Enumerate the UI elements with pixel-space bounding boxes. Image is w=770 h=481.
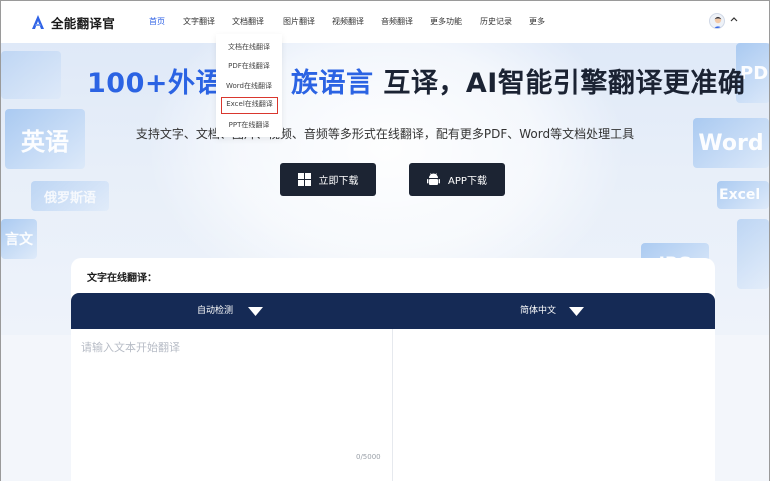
translation-panes: 0/5000 bbox=[71, 329, 715, 481]
hero-subheadline: 支持文字、文档、图片、视频、音频等多形式在线翻译，配有更多PDF、Word等文档… bbox=[135, 127, 635, 141]
top-nav: 全能翻译官 首页 文字翻译 文档翻译 图片翻译 视频翻译 音频翻译 更多功能 历… bbox=[1, 1, 769, 43]
headline-rest: 互译，AI智能引擎翻译更准确 bbox=[373, 68, 746, 99]
windows-icon bbox=[297, 173, 311, 186]
char-counter: 0/5000 bbox=[356, 453, 381, 461]
triangle-down-icon[interactable] bbox=[248, 307, 263, 316]
headline-partial: 族语言 bbox=[290, 68, 374, 99]
dropdown-item-word[interactable]: Word在线翻译 bbox=[216, 79, 282, 93]
result-pane bbox=[393, 329, 715, 481]
nav-item-image-translate[interactable]: 图片翻译 bbox=[283, 16, 315, 27]
bg-tile-russian: 俄罗斯语 bbox=[31, 181, 109, 211]
headline-highlight: 100+外语 bbox=[87, 68, 223, 99]
dropdown-item-pdf[interactable]: PDF在线翻译 bbox=[216, 59, 282, 73]
dropdown-item-doc[interactable]: 文档在线翻译 bbox=[216, 40, 282, 54]
chevron-up-icon[interactable] bbox=[730, 16, 738, 22]
bg-tile-blank-right bbox=[737, 219, 769, 289]
bg-tile-classical: 言文 bbox=[1, 219, 37, 259]
nav-item-home[interactable]: 首页 bbox=[149, 16, 165, 27]
nav-item-video-translate[interactable]: 视频翻译 bbox=[332, 16, 364, 27]
nav-item-text-translate[interactable]: 文字翻译 bbox=[183, 16, 215, 27]
nav-item-more[interactable]: 更多 bbox=[529, 16, 545, 27]
logo-icon bbox=[32, 15, 44, 29]
app-button-label: APP下载 bbox=[448, 176, 487, 187]
nav-item-doc-translate[interactable]: 文档翻译 bbox=[232, 16, 264, 27]
download-button-label: 立即下载 bbox=[318, 176, 359, 187]
brand-name: 全能翻译官 bbox=[51, 15, 116, 31]
app-download-button[interactable]: APP下载 bbox=[409, 163, 505, 196]
dropdown-item-excel[interactable]: Excel在线翻译 bbox=[221, 97, 278, 114]
bg-tile-excel: Excel bbox=[717, 181, 769, 209]
triangle-down-icon[interactable] bbox=[569, 307, 584, 316]
logo[interactable]: 全能翻译官 bbox=[31, 13, 115, 31]
avatar[interactable] bbox=[709, 13, 725, 29]
hero-headline: 100+外语 族语言 互译，AI智能引擎翻译更准确 bbox=[87, 61, 745, 101]
source-pane: 0/5000 bbox=[71, 329, 393, 481]
doc-translate-dropdown: 文档在线翻译 PDF在线翻译 Word在线翻译 Excel在线翻译 PPT在线翻… bbox=[216, 34, 282, 137]
download-button[interactable]: 立即下载 bbox=[280, 163, 376, 196]
source-language-select[interactable]: 自动检测 bbox=[197, 293, 233, 329]
target-language-select[interactable]: 简体中文 bbox=[520, 293, 556, 329]
source-text-input[interactable] bbox=[81, 339, 381, 459]
bg-tile-blank bbox=[1, 51, 61, 99]
user-icon bbox=[714, 16, 722, 28]
nav-item-history[interactable]: 历史记录 bbox=[480, 16, 512, 27]
nav-item-audio-translate[interactable]: 音频翻译 bbox=[381, 16, 413, 27]
nav-item-more-features[interactable]: 更多功能 bbox=[430, 16, 462, 27]
dropdown-item-ppt[interactable]: PPT在线翻译 bbox=[216, 118, 282, 132]
user-menu[interactable] bbox=[709, 13, 741, 31]
android-icon bbox=[427, 172, 441, 185]
language-bar: 自动检测 简体中文 bbox=[71, 293, 715, 329]
translator-title: 文字在线翻译： bbox=[87, 273, 157, 284]
